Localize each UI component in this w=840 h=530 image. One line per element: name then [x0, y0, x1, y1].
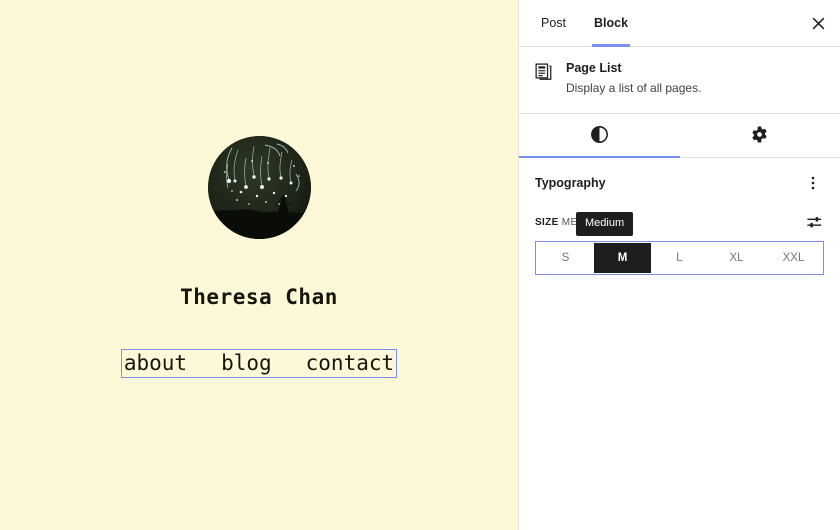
gear-glyph	[752, 126, 767, 143]
kebab-menu-icon[interactable]	[802, 172, 824, 194]
site-nav-list: about blog contact	[124, 351, 394, 375]
block-description: Display a list of all pages.	[566, 81, 702, 95]
tab-post[interactable]: Post	[527, 0, 580, 46]
font-size-segmented-control[interactable]: S M L XL XXL	[535, 241, 824, 276]
avatar-artwork	[207, 136, 311, 239]
editor-canvas: Theresa Chan about blog contact	[0, 0, 518, 530]
nav-item-about[interactable]: about	[124, 351, 187, 375]
typography-panel: Typography SIZE ME Medium S M L XL XXL	[519, 158, 840, 276]
page-list-icon	[535, 61, 554, 97]
typography-header: Typography	[535, 172, 824, 194]
size-option-xxl[interactable]: XXL	[765, 243, 822, 273]
night-sky-avatar-image[interactable]	[207, 136, 311, 239]
size-label-text: SIZE	[535, 216, 559, 228]
contrast-icon	[590, 125, 609, 147]
contrast-glyph	[590, 125, 608, 143]
sliders-glyph	[806, 217, 821, 228]
size-option-xl[interactable]: XL	[708, 243, 765, 273]
nav-item-contact[interactable]: contact	[306, 351, 395, 375]
site-title: Theresa Chan	[180, 285, 338, 309]
block-info-card: Page List Display a list of all pages.	[519, 47, 840, 115]
size-tooltip: Medium	[576, 212, 634, 237]
page-list-glyph	[535, 63, 552, 80]
block-title: Page List	[566, 61, 622, 75]
gear-icon	[750, 125, 769, 147]
kebab-glyph	[811, 177, 815, 190]
block-settings-sidebar: Post Block Page List Display a list of a…	[518, 0, 840, 530]
sidebar-icon-tabs	[519, 114, 840, 159]
settings-tab[interactable]	[680, 114, 840, 157]
block-info-text: Page List Display a list of all pages.	[566, 61, 701, 97]
nav-item-blog[interactable]: blog	[221, 351, 272, 375]
styles-tab[interactable]	[519, 114, 680, 159]
size-option-l[interactable]: L	[651, 243, 708, 273]
size-option-m[interactable]: M	[594, 243, 651, 274]
typography-title: Typography	[535, 176, 606, 191]
close-icon[interactable]	[796, 0, 840, 46]
sliders-icon[interactable]	[804, 212, 824, 232]
size-option-s[interactable]: S	[537, 243, 594, 273]
size-control-row: SIZE ME Medium	[535, 212, 824, 237]
close-glyph	[812, 17, 824, 29]
tab-block[interactable]: Block	[580, 0, 642, 47]
size-label: SIZE ME	[535, 217, 577, 228]
page-list-block[interactable]: about blog contact	[120, 349, 398, 379]
sidebar-header: Post Block	[519, 0, 840, 47]
